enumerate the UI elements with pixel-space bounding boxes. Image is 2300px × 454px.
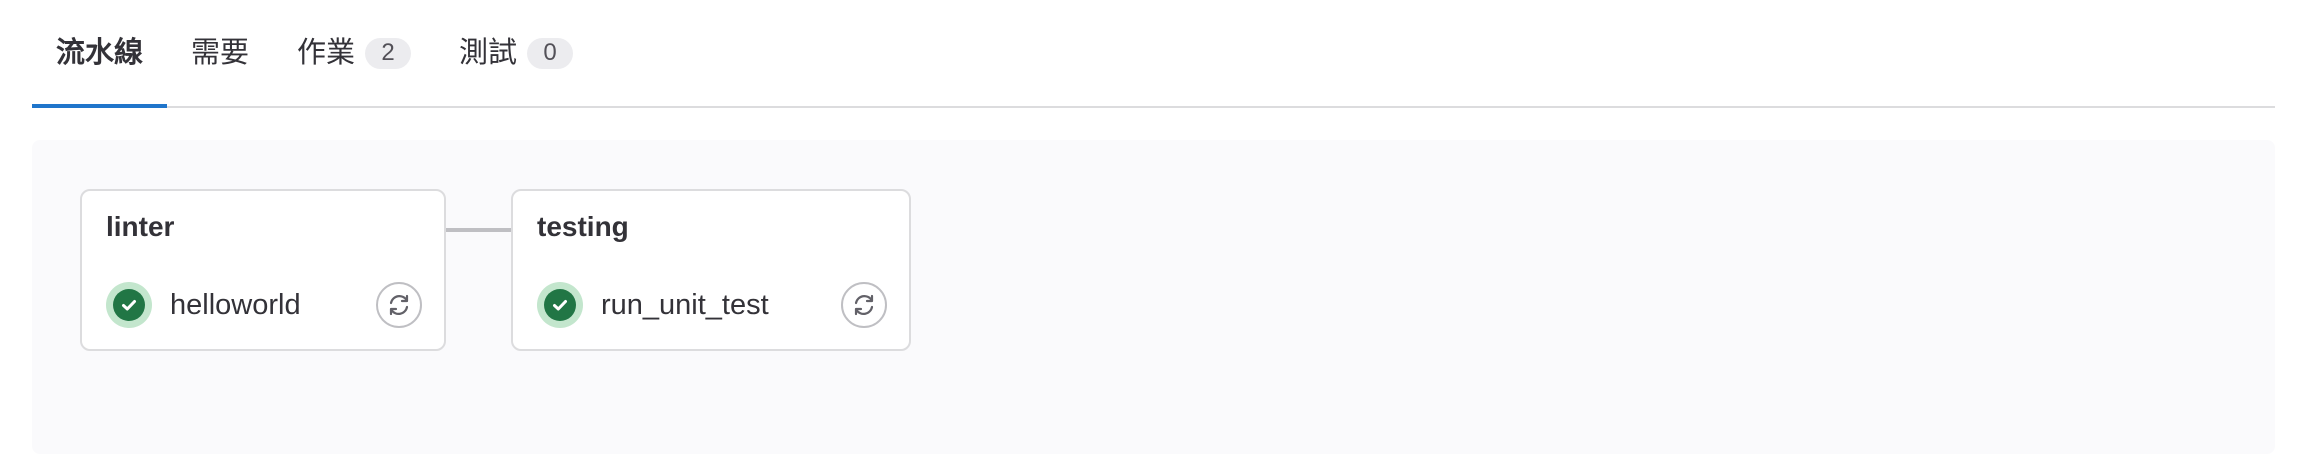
job-item[interactable]: helloworld: [106, 281, 422, 329]
job-name[interactable]: helloworld: [170, 289, 376, 322]
job-name[interactable]: run_unit_test: [601, 289, 841, 322]
tab-tests[interactable]: 測試 0: [435, 0, 597, 106]
tab-needs-label: 需要: [191, 36, 250, 69]
tab-needs[interactable]: 需要: [167, 0, 273, 106]
tab-tests-count-badge: 0: [527, 37, 574, 69]
tab-jobs-label: 作業: [297, 36, 356, 69]
stage-title: testing: [537, 211, 629, 242]
retry-icon: [389, 294, 409, 316]
retry-button[interactable]: [841, 282, 887, 328]
tab-tests-label: 測試: [459, 36, 518, 69]
tab-pipeline[interactable]: 流水線: [32, 0, 168, 108]
stage-title: linter: [106, 211, 175, 242]
tab-jobs[interactable]: 作業 2: [273, 0, 435, 106]
pipeline-tabs: 流水線 需要 作業 2 測試 0: [32, 0, 2275, 108]
check-circle-icon: [537, 282, 583, 328]
tab-pipeline-label: 流水線: [56, 36, 144, 69]
pipeline-graph: linter helloworld testing run_unit_test: [32, 140, 2275, 454]
job-item[interactable]: run_unit_test: [537, 281, 887, 329]
retry-icon: [854, 294, 874, 316]
stage-testing: testing run_unit_test: [511, 189, 911, 351]
retry-button[interactable]: [376, 282, 422, 328]
pipeline-page: 流水線 需要 作業 2 測試 0 linter helloworld testi…: [0, 0, 2300, 454]
stage-connector: [446, 228, 511, 232]
stage-linter: linter helloworld: [80, 189, 446, 351]
tab-jobs-count-badge: 2: [365, 37, 412, 69]
check-circle-icon: [106, 282, 152, 328]
